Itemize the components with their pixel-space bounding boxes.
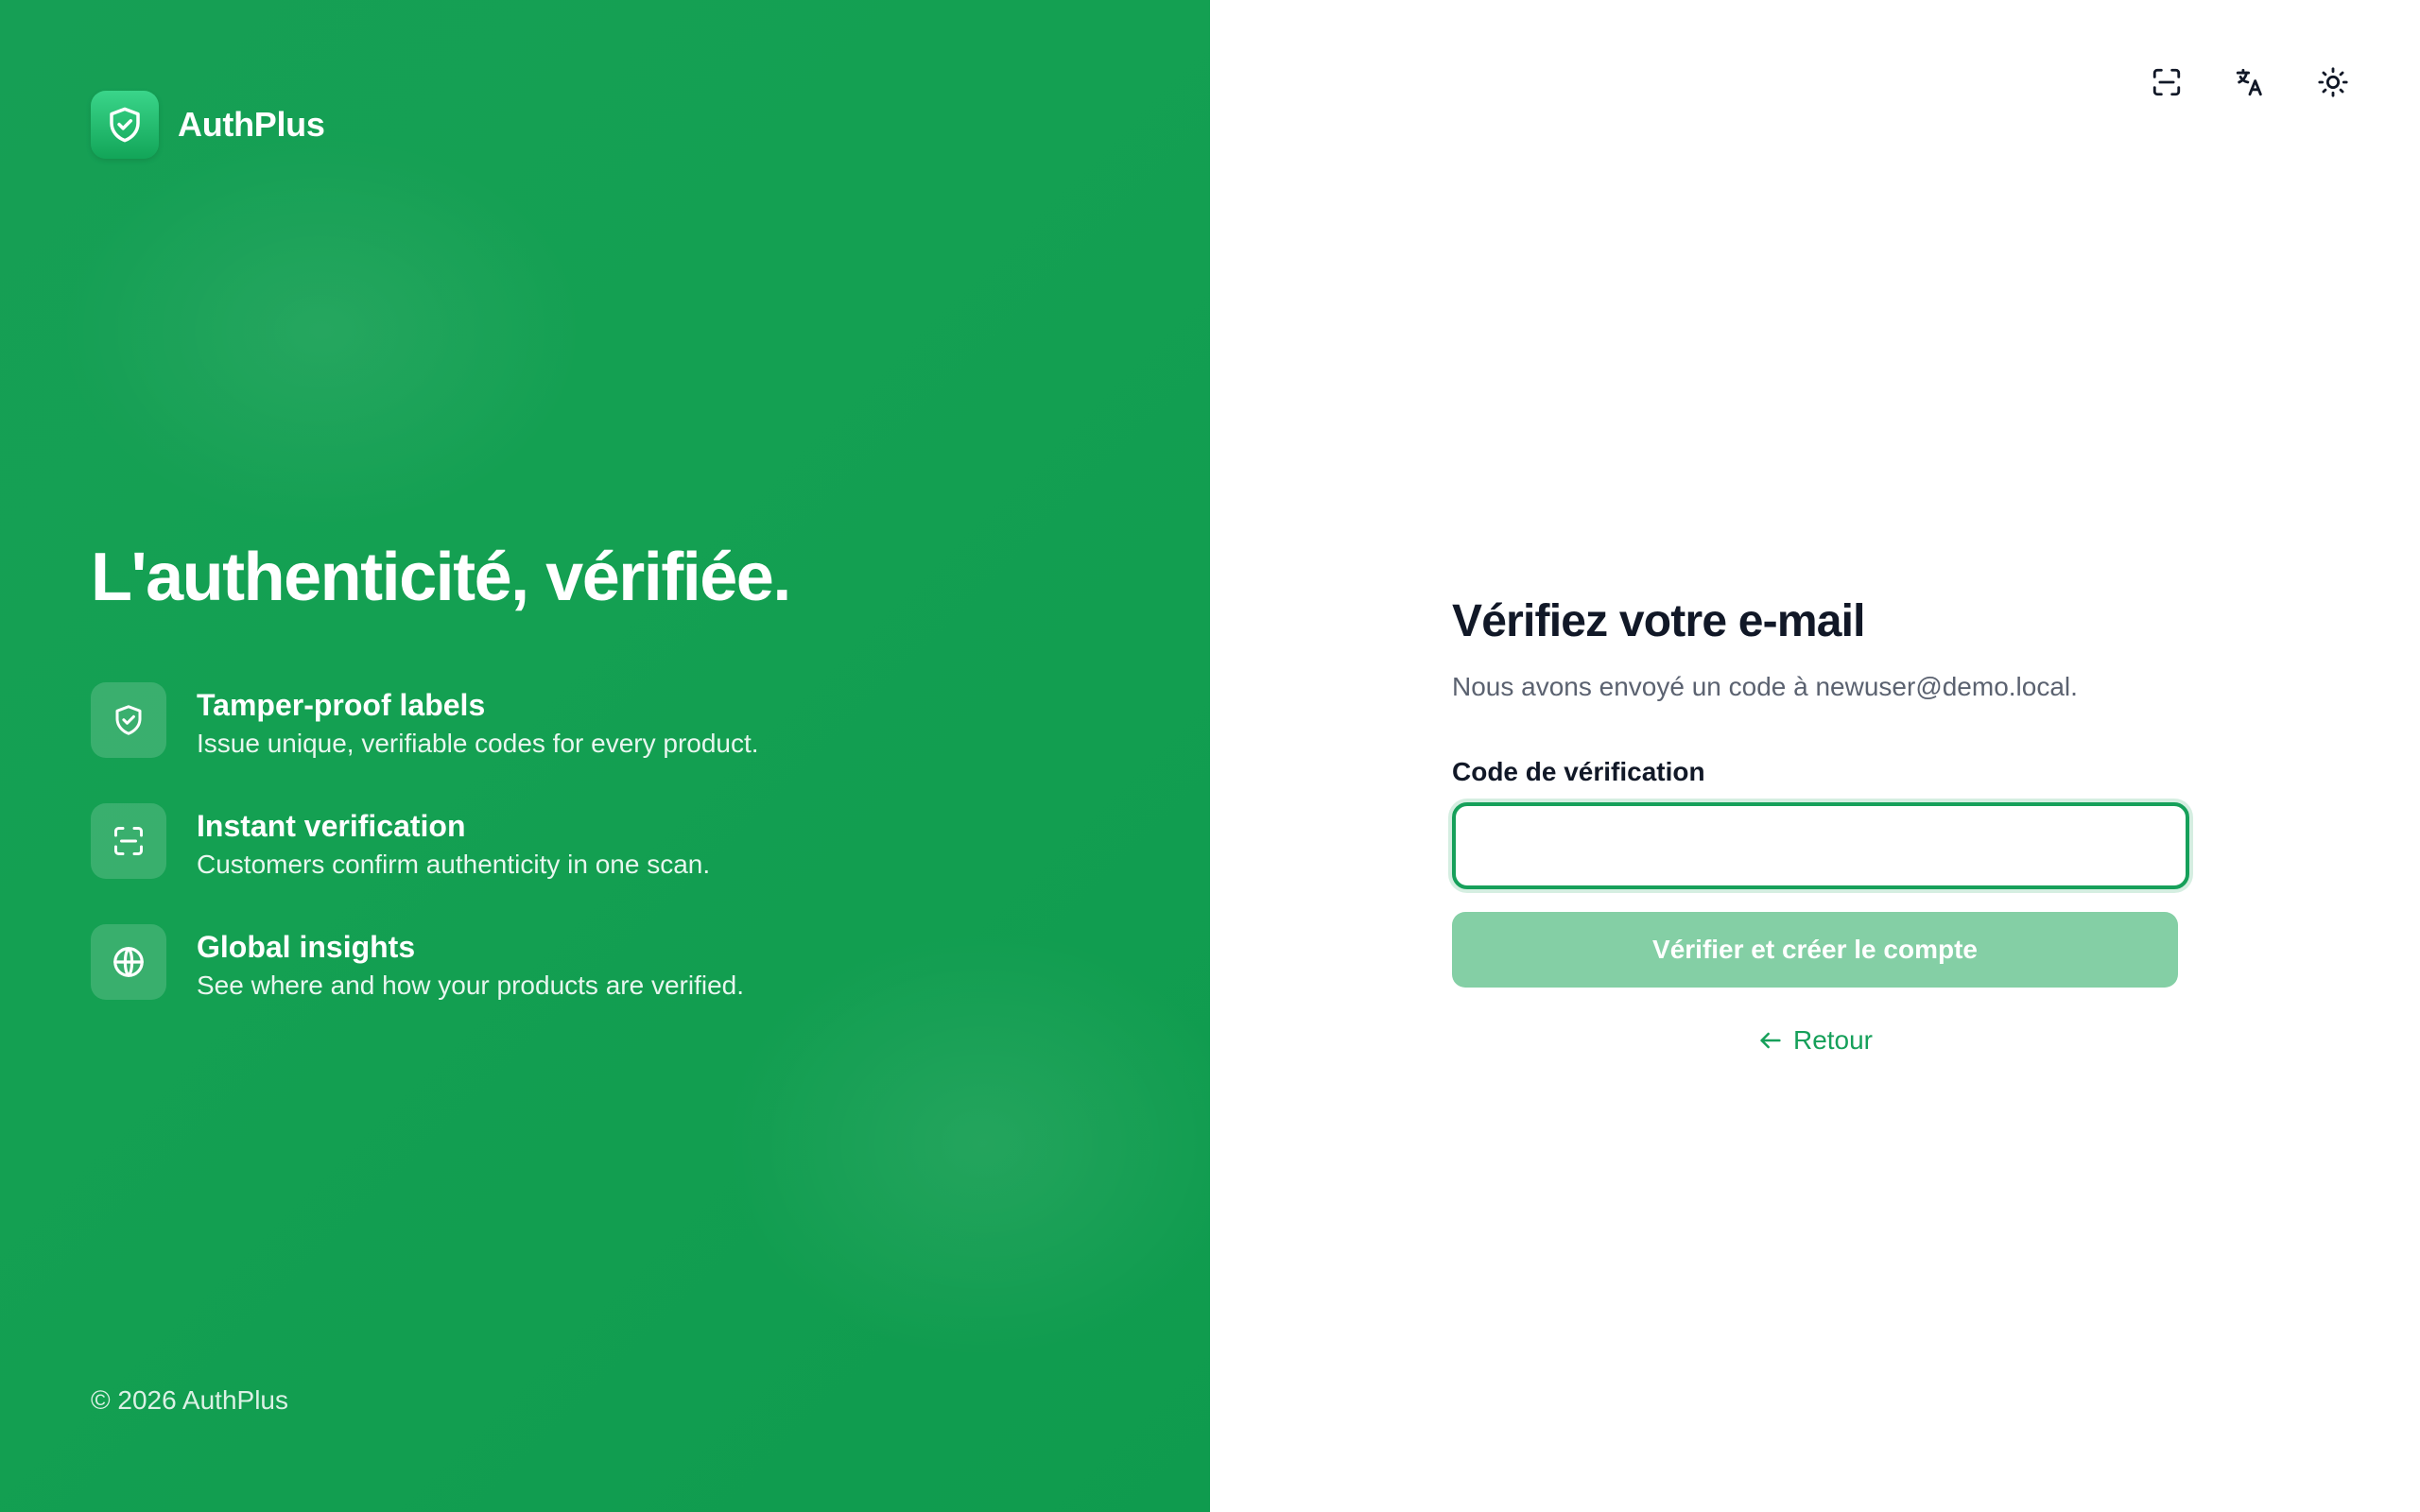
feature-item: Instant verification Customers confirm a… [91,803,1036,924]
language-button[interactable] [2216,60,2284,106]
marketing-panel: AuthPlus L'authenticité, vérifiée. Tampe… [0,0,1210,1512]
top-toolbar [2118,60,2367,106]
shield-check-icon [91,682,166,758]
feature-text: Instant verification Customers confirm a… [197,803,710,885]
feature-description: Issue unique, verifiable codes for every… [197,729,759,758]
back-link[interactable]: Retour [1452,1025,2178,1056]
feature-title: Global insights [197,930,416,964]
form-title: Vérifiez votre e-mail [1452,596,1866,646]
sun-icon [2317,66,2349,101]
scan-button[interactable] [2133,60,2201,106]
back-link-label: Retour [1792,1025,1874,1055]
verification-code-input[interactable] [1452,802,2189,889]
scan-icon [91,803,166,879]
hero-title: L'authenticité, vérifiée. [91,540,791,615]
feature-title: Tamper-proof labels [197,688,486,722]
code-field-label: Code de vérification [1452,757,1705,786]
signup-verify-page: AuthPlus L'authenticité, vérifiée. Tampe… [0,0,2420,1512]
brand: AuthPlus [91,91,325,159]
verify-create-account-button[interactable]: Vérifier et créer le compte [1452,912,2178,988]
verify-email-form: Vérifiez votre e-mail Nous avons envoyé … [1452,595,2189,1056]
copyright: © 2026 AuthPlus [91,1385,289,1415]
form-panel: Vérifiez votre e-mail Nous avons envoyé … [1210,0,2420,1512]
form-subtitle: Nous avons envoyé un code à newuser@demo… [1452,672,2078,701]
arrow-left-icon [1757,1027,1784,1054]
feature-item: Global insights See where and how your p… [91,924,1036,1045]
shield-check-icon [91,91,159,159]
feature-description: Customers confirm authenticity in one sc… [197,850,711,879]
translate-icon [2234,66,2266,101]
feature-text: Global insights See where and how your p… [197,924,744,1005]
background-glow [57,132,586,529]
feature-item: Tamper-proof labels Issue unique, verifi… [91,682,1036,803]
scan-icon [2151,66,2183,101]
feature-text: Tamper-proof labels Issue unique, verifi… [197,682,759,764]
feature-description: See where and how your products are veri… [197,971,744,1000]
brand-name: AuthPlus [178,105,325,144]
feature-list: Tamper-proof labels Issue unique, verifi… [91,682,1036,1045]
globe-icon [91,924,166,1000]
feature-title: Instant verification [197,809,466,843]
theme-toggle-button[interactable] [2299,60,2367,106]
